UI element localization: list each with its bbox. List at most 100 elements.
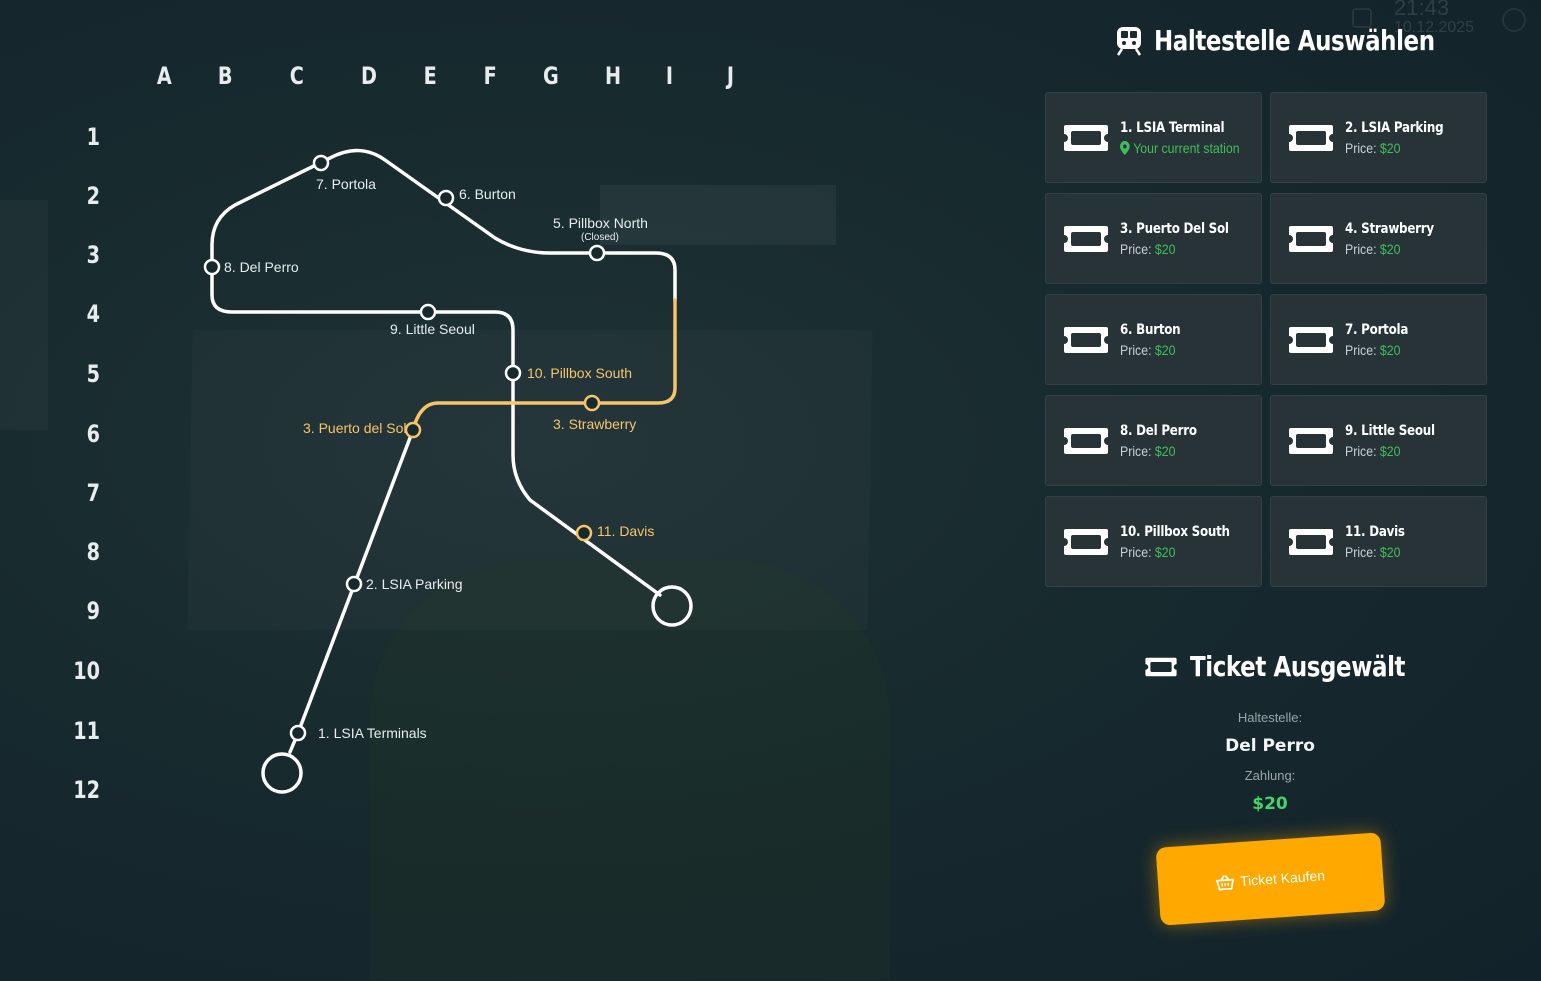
station-card-price-row: Price: $20: [1120, 342, 1183, 358]
station-label-little-seoul: 9. Little Seoul: [390, 321, 475, 337]
station-grid: 1. LSIA Terminal Your current station 2.…: [1045, 92, 1487, 587]
payment-label-text: Zahlung:: [1244, 768, 1296, 783]
station-card-little-seoul[interactable]: 9. Little Seoul Price: $20: [1270, 395, 1487, 486]
price-value: $20: [1379, 139, 1401, 156]
station-card-del-perro[interactable]: 8. Del Perro Price: $20: [1045, 395, 1262, 486]
station-card-burton[interactable]: 6. Burton Price: $20: [1045, 294, 1262, 385]
price-label: Price:: [1345, 543, 1377, 560]
station-card-price-row: Price: $20: [1120, 544, 1234, 560]
station-dot-burton[interactable]: [437, 189, 455, 207]
ticket-icon: [1064, 528, 1108, 555]
station-label-davis: 11. Davis: [597, 523, 654, 539]
basket-icon: [1216, 874, 1234, 890]
station-dot-pillbox-south[interactable]: [504, 364, 522, 382]
current-station-text: Your current station: [1133, 139, 1240, 156]
station-dot-del-perro[interactable]: [203, 258, 221, 276]
metro-map: 1. LSIA Terminals 2. LSIA Parking 3. Pue…: [203, 148, 693, 794]
user-icon: [1502, 8, 1526, 32]
price-label: Price:: [1120, 442, 1152, 459]
station-card-price-row: Price: $20: [1345, 140, 1447, 156]
ticket-icon: [1064, 427, 1108, 454]
station-card-name: 3. Puerto Del Sol: [1120, 220, 1229, 237]
buy-ticket-button[interactable]: Ticket Kaufen: [1155, 832, 1386, 926]
ticket-panel-title-text: Ticket Ausgewält: [1190, 650, 1406, 683]
price-label: Price:: [1120, 543, 1152, 560]
station-card-name: 4. Strawberry: [1345, 220, 1434, 237]
station-card-price-row: Price: $20: [1120, 241, 1233, 257]
price-label: Price:: [1345, 139, 1377, 156]
station-dot-lsia-terminals[interactable]: [289, 724, 307, 742]
selected-station-value: Del Perro: [1160, 736, 1380, 756]
station-label-strawberry: 3. Strawberry: [553, 416, 636, 432]
station-label-puerto-del-sol: 3. Puerto del Sol: [303, 420, 407, 436]
station-card-price-row: Price: $20: [1120, 443, 1199, 459]
ticket-icon: [1289, 427, 1333, 454]
current-station-indicator: Your current station: [1120, 140, 1240, 156]
station-card-name: 8. Del Perro: [1120, 422, 1197, 439]
station-label-text: Haltestelle:: [1237, 710, 1303, 725]
station-label-lsia-parking: 2. LSIA Parking: [366, 576, 463, 592]
price-value: $20: [1379, 442, 1401, 459]
price-label: Price:: [1120, 341, 1152, 358]
price-label: Price:: [1345, 442, 1377, 459]
terminal-loop-lsia: [261, 752, 303, 794]
terminal-loop-davis: [651, 585, 693, 627]
station-value-text: Del Perro: [1225, 736, 1315, 756]
price-value: $20: [1154, 543, 1176, 560]
station-card-price-row: Price: $20: [1345, 241, 1437, 257]
price-label: Price:: [1345, 341, 1377, 358]
station-card-name: 1. LSIA Terminal: [1120, 119, 1225, 136]
station-dot-davis[interactable]: [575, 524, 593, 542]
station-card-price-row: Price: $20: [1345, 544, 1407, 560]
station-card-puerto-del-sol[interactable]: 3. Puerto Del Sol Price: $20: [1045, 193, 1262, 284]
price-value: $20: [1154, 240, 1176, 257]
station-dot-portola[interactable]: [312, 154, 330, 172]
ticket-icon: [1289, 225, 1333, 252]
price-value: $20: [1379, 543, 1401, 560]
buy-ticket-label: Ticket Kaufen: [1239, 867, 1326, 890]
payment-label: Zahlung:: [1160, 767, 1380, 785]
station-card-davis[interactable]: 11. Davis Price: $20: [1270, 496, 1487, 587]
station-card-pillbox-south[interactable]: 10. Pillbox South Price: $20: [1045, 496, 1262, 587]
station-label-portola: 7. Portola: [316, 176, 376, 192]
ticket-icon: [1064, 225, 1108, 252]
station-panel-title-text: Haltestelle Auswählen: [1154, 24, 1435, 57]
station-card-strawberry[interactable]: 4. Strawberry Price: $20: [1270, 193, 1487, 284]
price-value: $20: [1379, 341, 1401, 358]
ticket-icon: [1289, 528, 1333, 555]
station-label-del-perro: 8. Del Perro: [224, 259, 299, 275]
station-card-price-row: Price: $20: [1345, 443, 1438, 459]
station-card-name: 10. Pillbox South: [1120, 523, 1230, 540]
station-label-burton: 6. Burton: [459, 186, 516, 202]
clock-time: 21:43: [1394, 0, 1450, 20]
station-label-pillbox-south: 10. Pillbox South: [527, 365, 632, 381]
ticket-icon: [1064, 124, 1108, 151]
selected-station-label: Haltestelle:: [1160, 709, 1380, 727]
station-card-lsia-parking[interactable]: 2. LSIA Parking Price: $20: [1270, 92, 1487, 183]
station-dot-lsia-parking[interactable]: [345, 575, 363, 593]
price-value: $20: [1379, 240, 1401, 257]
payment-value: $20: [1160, 794, 1380, 814]
station-card-name: 6. Burton: [1120, 321, 1181, 338]
ticket-icon: [1145, 657, 1177, 676]
payment-value-text: $20: [1252, 794, 1288, 814]
station-panel-title: Haltestelle Auswählen: [1116, 24, 1496, 57]
station-note-pillbox-north: (Closed): [581, 232, 619, 243]
station-card-price-row: Price: $20: [1345, 342, 1410, 358]
station-dot-pillbox-north[interactable]: [588, 244, 606, 262]
price-value: $20: [1154, 442, 1176, 459]
station-dot-little-seoul[interactable]: [419, 303, 437, 321]
price-label: Price:: [1120, 240, 1152, 257]
ticket-icon: [1289, 124, 1333, 151]
price-value: $20: [1154, 341, 1176, 358]
location-pin-icon: [1120, 140, 1130, 155]
station-card-name: 2. LSIA Parking: [1345, 119, 1444, 136]
station-label-pillbox-north: 5. Pillbox North: [553, 215, 648, 231]
ticket-icon: [1064, 326, 1108, 353]
station-label-lsia-terminals: 1. LSIA Terminals: [318, 725, 427, 741]
station-card-lsia-terminal[interactable]: 1. LSIA Terminal Your current station: [1045, 92, 1262, 183]
station-card-name: 7. Portola: [1345, 321, 1409, 338]
station-dot-puerto-del-sol[interactable]: [404, 421, 422, 439]
station-card-portola[interactable]: 7. Portola Price: $20: [1270, 294, 1487, 385]
station-dot-strawberry[interactable]: [583, 394, 601, 412]
